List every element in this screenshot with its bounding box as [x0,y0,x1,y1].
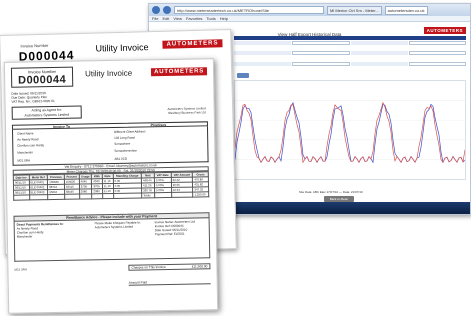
table-cell [79,193,93,200]
address-bar[interactable]: http://www.meterreadertech.co.uk/METROho… [174,6,324,14]
charges-value: £11,500.00 [191,264,208,269]
table-cell [29,194,49,200]
amount-paid-label: Amount Paid [128,280,147,285]
form-label [350,51,408,56]
remit-middle: Please Make Cheques Payable to: Autometer… [94,220,141,230]
header-bar [234,36,466,40]
menu-edit[interactable]: Edit [162,16,169,21]
chart-legend: Site Data: ABC Elec 17/07/10 — Data: 21/… [299,190,363,194]
invoice-to-address: Client Name An Nearly Road Chorlton cum Ha… [17,131,45,163]
col-header: Previous [47,174,65,180]
chart-series-a [234,101,466,164]
invoice-title: Utility Invoice [84,68,133,79]
browser-tab-1[interactable]: Ml Mericn Ctrl Sm - Meter... [327,5,382,15]
invoice-title: Utility Invoice [95,42,149,54]
col-header: Usage [78,173,92,180]
browser-tab-2[interactable]: autometersdev.co.uk [384,5,428,15]
charges-on-invoice: Charges on This Invoice £11,500.00 [128,263,211,271]
autometers-logo: AUTOMETERS [151,67,208,77]
col-header: VAT Rate [154,172,172,178]
form-label [234,51,292,56]
form-label [350,61,408,66]
menu-tools[interactable]: Tools [206,16,215,21]
form-field[interactable] [292,41,350,45]
table-cell [13,194,30,201]
menu-help[interactable]: Help [220,16,228,21]
usage-chart [234,80,466,180]
forward-icon[interactable] [163,6,171,14]
remittance-body: Direct Payments Remittances to: As Nearl… [13,218,211,262]
back-icon[interactable] [152,6,160,14]
form-field[interactable] [408,51,466,56]
menu-view[interactable]: View [173,16,182,21]
vat-reg: VAT Reg. No.: GB615 6820 61 [11,99,55,105]
table-cell [102,193,114,199]
menu-file[interactable]: File [152,16,158,21]
form-field[interactable] [408,41,466,45]
col-header: Meter Ref [28,174,48,180]
invoice-meta: Date Issued: 06/11/2010 Due Date: Quarte… [11,91,54,104]
supplier-info: Autometers Systems Limited Westbury Busi… [167,106,205,115]
charges-label: Charges on This Invoice [131,265,166,270]
invoice-number: D000044 [17,73,67,87]
filter-form [234,41,466,71]
table-cell [47,194,65,200]
autometers-logo: AUTOMETERS [162,39,223,49]
table-cell [113,192,142,199]
acting-agent-box: Acting as Agent for: Autometers Systems … [11,105,82,120]
reference-code: M21 0RA [14,267,27,272]
menu-favorites[interactable]: Favorites [186,16,202,21]
form-field[interactable] [408,61,466,66]
charges-table: Date Inv Meter Ref Previous Present Usag… [13,171,209,201]
autometers-logo: AUTOMETERS [423,27,466,34]
table-cell [171,192,194,198]
col-header: Present [64,174,80,180]
totals-value: 1,250.00 [193,191,209,198]
browser-titlebar: http://www.meterreadertech.co.uk/METROho… [149,4,470,16]
form-label [350,41,408,45]
table-cell [64,194,80,200]
remit-right: Invoice Name: Autometers Ltd Invoice Ref:… [154,219,195,237]
invoice-page: Invoice Number D000044 Utility Invoice A… [3,58,219,314]
form-label [234,41,292,45]
chart-svg [234,100,466,164]
form-field[interactable] [292,61,350,66]
remit-left: Direct Payments Remittances to: As Nearl… [16,221,64,239]
col-header: Date Inv [13,174,29,181]
amount-paid: Amount Paid [128,279,211,286]
form-field[interactable] [292,51,350,56]
invoice-number-label: Invoice Number [20,42,49,49]
totals-label: Totals [141,192,155,198]
table-cell [92,193,103,199]
go-button[interactable] [237,73,249,78]
premises-address: Different Client Address 103 Long Road Som… [114,129,146,161]
form-label [234,61,292,66]
acting-company: Autometers Systems Limited [24,112,70,117]
table-cell [154,192,172,198]
address-block: Client Name An Nearly Road Chorlton cum Ha… [12,126,209,166]
chart-grid [235,100,465,160]
invoice-number-box: Invoice Number D000044 [10,66,74,88]
supplier-line: Westbury Business Park Ltd [168,110,206,115]
